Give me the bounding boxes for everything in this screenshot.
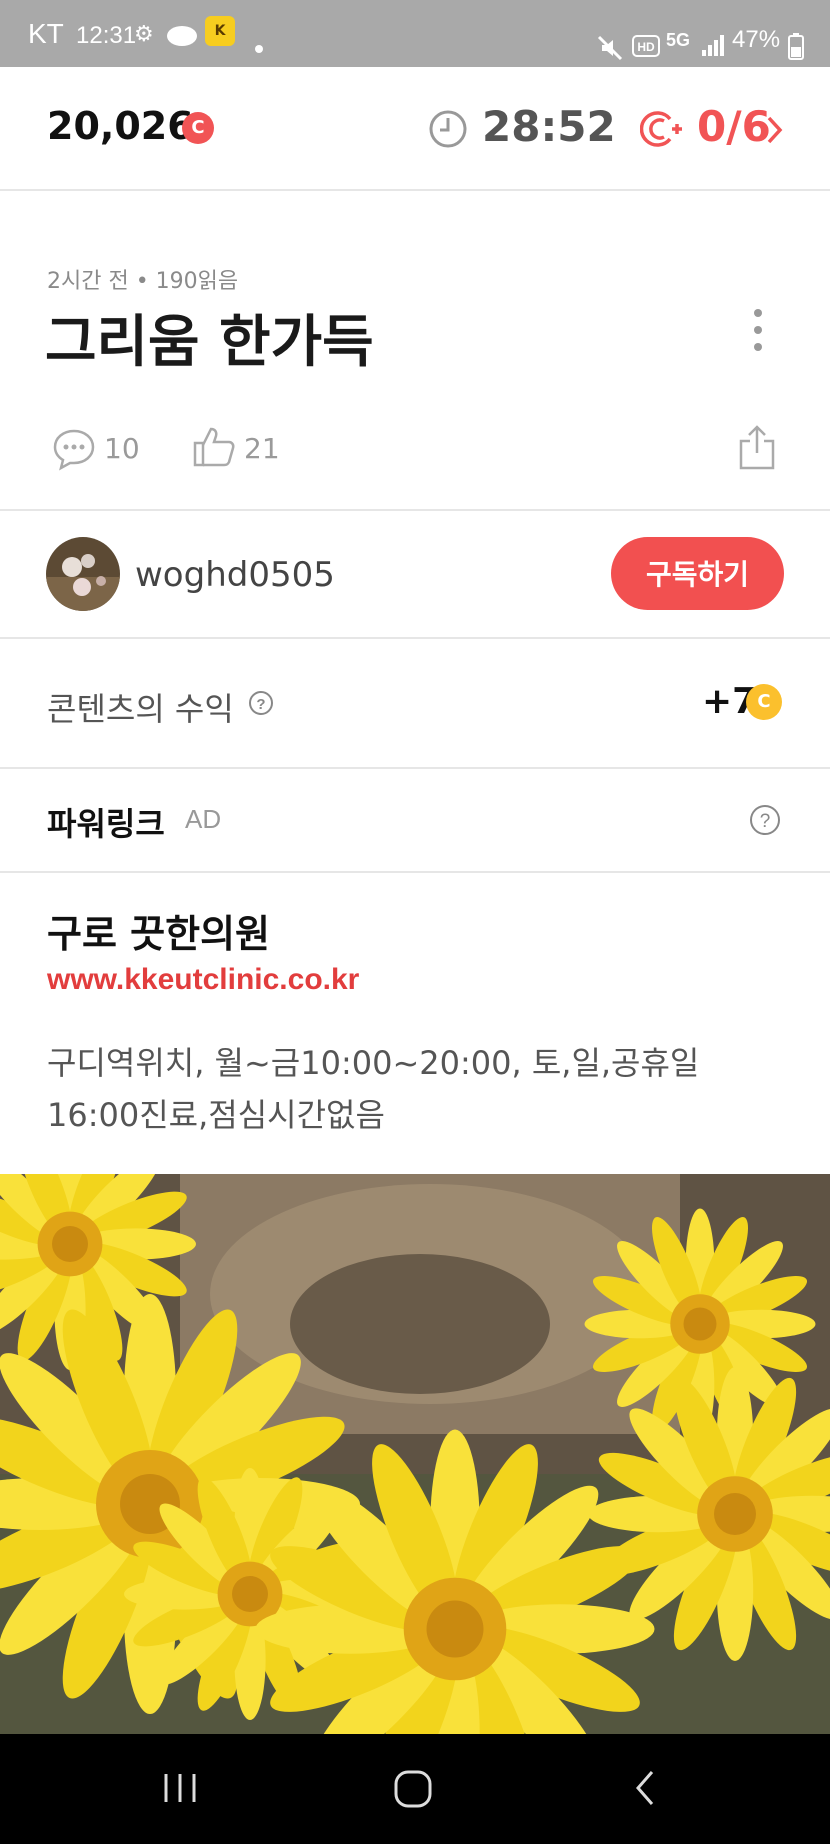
network-type: 5G <box>666 30 691 50</box>
dot-icon <box>255 45 263 53</box>
battery-icon <box>788 33 804 60</box>
share-icon[interactable] <box>738 425 776 471</box>
coin-icon: C <box>182 112 214 144</box>
thumbs-up-icon[interactable] <box>192 425 236 469</box>
coin-icon: C <box>746 684 782 720</box>
recents-icon[interactable] <box>160 1768 200 1808</box>
status-bar: KT 12:31 ⚙ K HD 5G 47% <box>0 0 830 67</box>
carrier-label: KT <box>28 18 64 49</box>
clock-icon <box>429 110 467 148</box>
chevron-right-icon[interactable] <box>766 115 784 145</box>
subscribe-button[interactable]: 구독하기 <box>611 537 784 610</box>
ad-description-line2: 16:00진료,점심시간없음 <box>47 1096 385 1134</box>
ad-tag: AD <box>185 804 222 834</box>
points-balance: 20,026 <box>47 104 194 148</box>
hd-icon: HD <box>632 35 660 57</box>
top-header: 20,026 C 28:52 0/6 <box>0 67 830 191</box>
svg-text:HD: HD <box>637 40 655 54</box>
more-vertical-icon[interactable] <box>748 307 768 353</box>
divider <box>0 637 830 639</box>
avatar[interactable] <box>46 537 120 611</box>
ad-description-line1: 구디역위치, 월~금10:00~20:00, 토,일,공휴일 <box>47 1044 700 1082</box>
divider <box>0 509 830 511</box>
reading-timer: 28:52 <box>482 102 616 151</box>
ad-card[interactable]: 구로 끗한의원 www.kkeutclinic.co.kr 구디역위치, 월~금… <box>0 873 830 1173</box>
comment-count: 10 <box>104 432 140 465</box>
post-title: 그리움 한가득 <box>45 310 374 375</box>
post-photo <box>0 1174 830 1734</box>
help-icon[interactable]: ? <box>248 690 274 716</box>
status-time: 12:31 <box>76 22 137 49</box>
ad-title[interactable]: 구로 끗한의원 <box>47 903 270 958</box>
battery-percent: 47% <box>732 26 781 53</box>
comment-icon[interactable] <box>52 427 96 471</box>
powerlink-label: 파워링크 <box>47 805 165 843</box>
mission-progress[interactable]: 0/6 <box>697 102 771 151</box>
coin-plus-icon[interactable] <box>640 109 684 149</box>
svg-text:?: ? <box>760 811 771 832</box>
back-icon[interactable] <box>630 1768 660 1808</box>
cloud-icon <box>167 26 197 46</box>
kakao-badge-icon: K <box>205 16 235 46</box>
divider <box>0 767 830 769</box>
settings-dots-icon: ⚙ <box>134 22 154 47</box>
like-count: 21 <box>244 432 280 465</box>
signal-icon <box>702 35 724 56</box>
ad-url[interactable]: www.kkeutclinic.co.kr <box>47 963 359 997</box>
svg-text:?: ? <box>256 696 265 713</box>
post-meta: 2시간 전 • 190읽음 <box>47 269 239 294</box>
home-icon[interactable] <box>392 1768 434 1810</box>
system-nav-bar <box>0 1734 830 1844</box>
help-icon[interactable]: ? <box>749 804 781 836</box>
author-name[interactable]: woghd0505 <box>135 555 335 595</box>
earnings-label: 콘텐츠의 수익 <box>47 690 234 728</box>
mute-icon <box>597 35 623 61</box>
